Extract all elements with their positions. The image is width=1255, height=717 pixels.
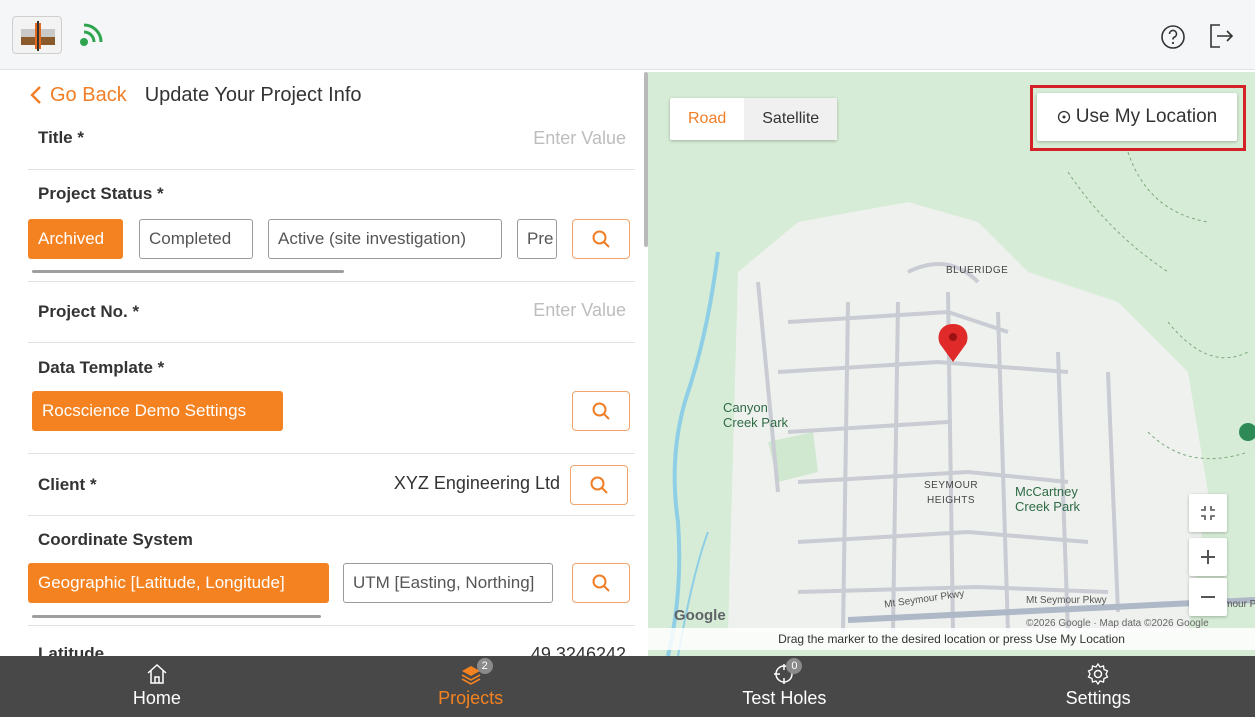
map-label-mccartney: McCartney Creek Park (1015, 484, 1081, 514)
project-status-label: Project Status * (38, 184, 164, 203)
search-icon (590, 476, 608, 494)
search-icon (592, 402, 610, 420)
status-chip-active[interactable]: Active (site investigation) (268, 219, 502, 259)
map-type-road[interactable]: Road (670, 98, 744, 140)
location-target-icon (1057, 110, 1070, 124)
test-holes-badge: 0 (786, 658, 803, 674)
go-back-label: Go Back (50, 83, 127, 106)
collapse-icon (1201, 506, 1215, 520)
coordinate-system-label: Coordinate System (38, 530, 193, 549)
plus-icon (1201, 550, 1215, 564)
form-header: Go Back Update Your Project Info (28, 82, 362, 108)
map-hint-text: Drag the marker to the desired location … (648, 628, 1255, 650)
app-logo-icon[interactable] (12, 16, 62, 54)
home-icon (147, 663, 167, 684)
nav-settings-label: Settings (1065, 688, 1131, 708)
map-label-seymour-heights: SEYMOUR HEIGHTS (924, 480, 979, 506)
coord-chip-geographic[interactable]: Geographic [Latitude, Longitude] (28, 563, 329, 603)
project-form-panel: Go Back Update Your Project Info Title *… (0, 72, 648, 656)
client-search-button[interactable] (570, 465, 628, 505)
nav-home-label: Home (132, 688, 181, 708)
coord-chip-utm[interactable]: UTM [Easting, Northing] (343, 563, 553, 603)
bottom-navigation: Home 2 Projects 0 Test Holes Settings (0, 656, 1255, 717)
logout-icon[interactable] (1208, 22, 1234, 50)
nav-test-holes-label: Test Holes (742, 688, 827, 708)
nav-test-holes[interactable]: 0 Test Holes (628, 656, 942, 717)
map-label-parkway: Mt Seymour Pkwy (1026, 595, 1107, 606)
divider (28, 453, 635, 454)
gear-icon (1087, 662, 1109, 686)
map-view[interactable]: Road Satellite Use My Location BLUERIDGE… (648, 72, 1255, 656)
minus-icon (1201, 596, 1215, 598)
status-chip-archived[interactable]: Archived (28, 219, 123, 259)
client-label: Client * (38, 475, 97, 494)
google-logo: Google (674, 607, 726, 624)
projects-badge: 2 (476, 658, 493, 674)
client-value[interactable]: XYZ Engineering Ltd (394, 473, 560, 494)
use-my-location-button[interactable]: Use My Location (1037, 93, 1237, 141)
zoom-in-button[interactable] (1189, 538, 1227, 576)
top-bar (0, 0, 1255, 70)
page-title: Update Your Project Info (144, 83, 362, 106)
latitude-value[interactable]: 49.3246242 (531, 644, 626, 656)
nav-projects-label: Projects (438, 688, 504, 708)
map-canvas (648, 72, 1255, 656)
nav-settings[interactable]: Settings (941, 656, 1255, 717)
map-type-toggle: Road Satellite (670, 98, 838, 140)
data-template-label: Data Template * (38, 358, 165, 377)
map-label-blueridge: BLUERIDGE (946, 265, 1009, 276)
coord-horizontal-scrollbar[interactable] (32, 615, 321, 618)
divider (28, 625, 635, 626)
use-my-location-label: Use My Location (1075, 106, 1218, 127)
status-horizontal-scrollbar[interactable] (32, 270, 344, 273)
search-icon (592, 574, 610, 592)
zoom-out-button[interactable] (1189, 578, 1227, 616)
fullscreen-exit-button[interactable] (1189, 494, 1227, 532)
project-no-input[interactable]: Enter Value (533, 300, 626, 321)
status-chip-pre[interactable]: Pre (517, 219, 557, 259)
latitude-label: Latitude (38, 644, 105, 656)
nav-projects[interactable]: 2 Projects (314, 656, 628, 717)
go-back-link[interactable]: Go Back (28, 84, 127, 107)
title-input[interactable]: Enter Value (533, 128, 626, 149)
search-icon (592, 230, 610, 248)
data-template-search-button[interactable] (572, 391, 630, 431)
divider (28, 342, 635, 343)
coord-search-button[interactable] (572, 563, 630, 603)
help-icon[interactable] (1160, 24, 1186, 50)
data-template-chip[interactable]: Rocscience Demo Settings (32, 391, 283, 431)
divider (28, 169, 635, 170)
gps-signal-icon[interactable] (76, 22, 104, 50)
map-type-satellite[interactable]: Satellite (744, 98, 838, 140)
status-chip-completed[interactable]: Completed (139, 219, 253, 259)
title-label: Title * (38, 128, 84, 147)
divider (28, 515, 635, 516)
nav-home[interactable]: Home (0, 656, 314, 717)
status-search-button[interactable] (572, 219, 630, 259)
chevron-left-icon (30, 86, 41, 104)
divider (28, 281, 635, 282)
project-no-label: Project No. * (38, 302, 140, 321)
map-label-canyon-creek: Canyon Creek Park (723, 400, 789, 430)
